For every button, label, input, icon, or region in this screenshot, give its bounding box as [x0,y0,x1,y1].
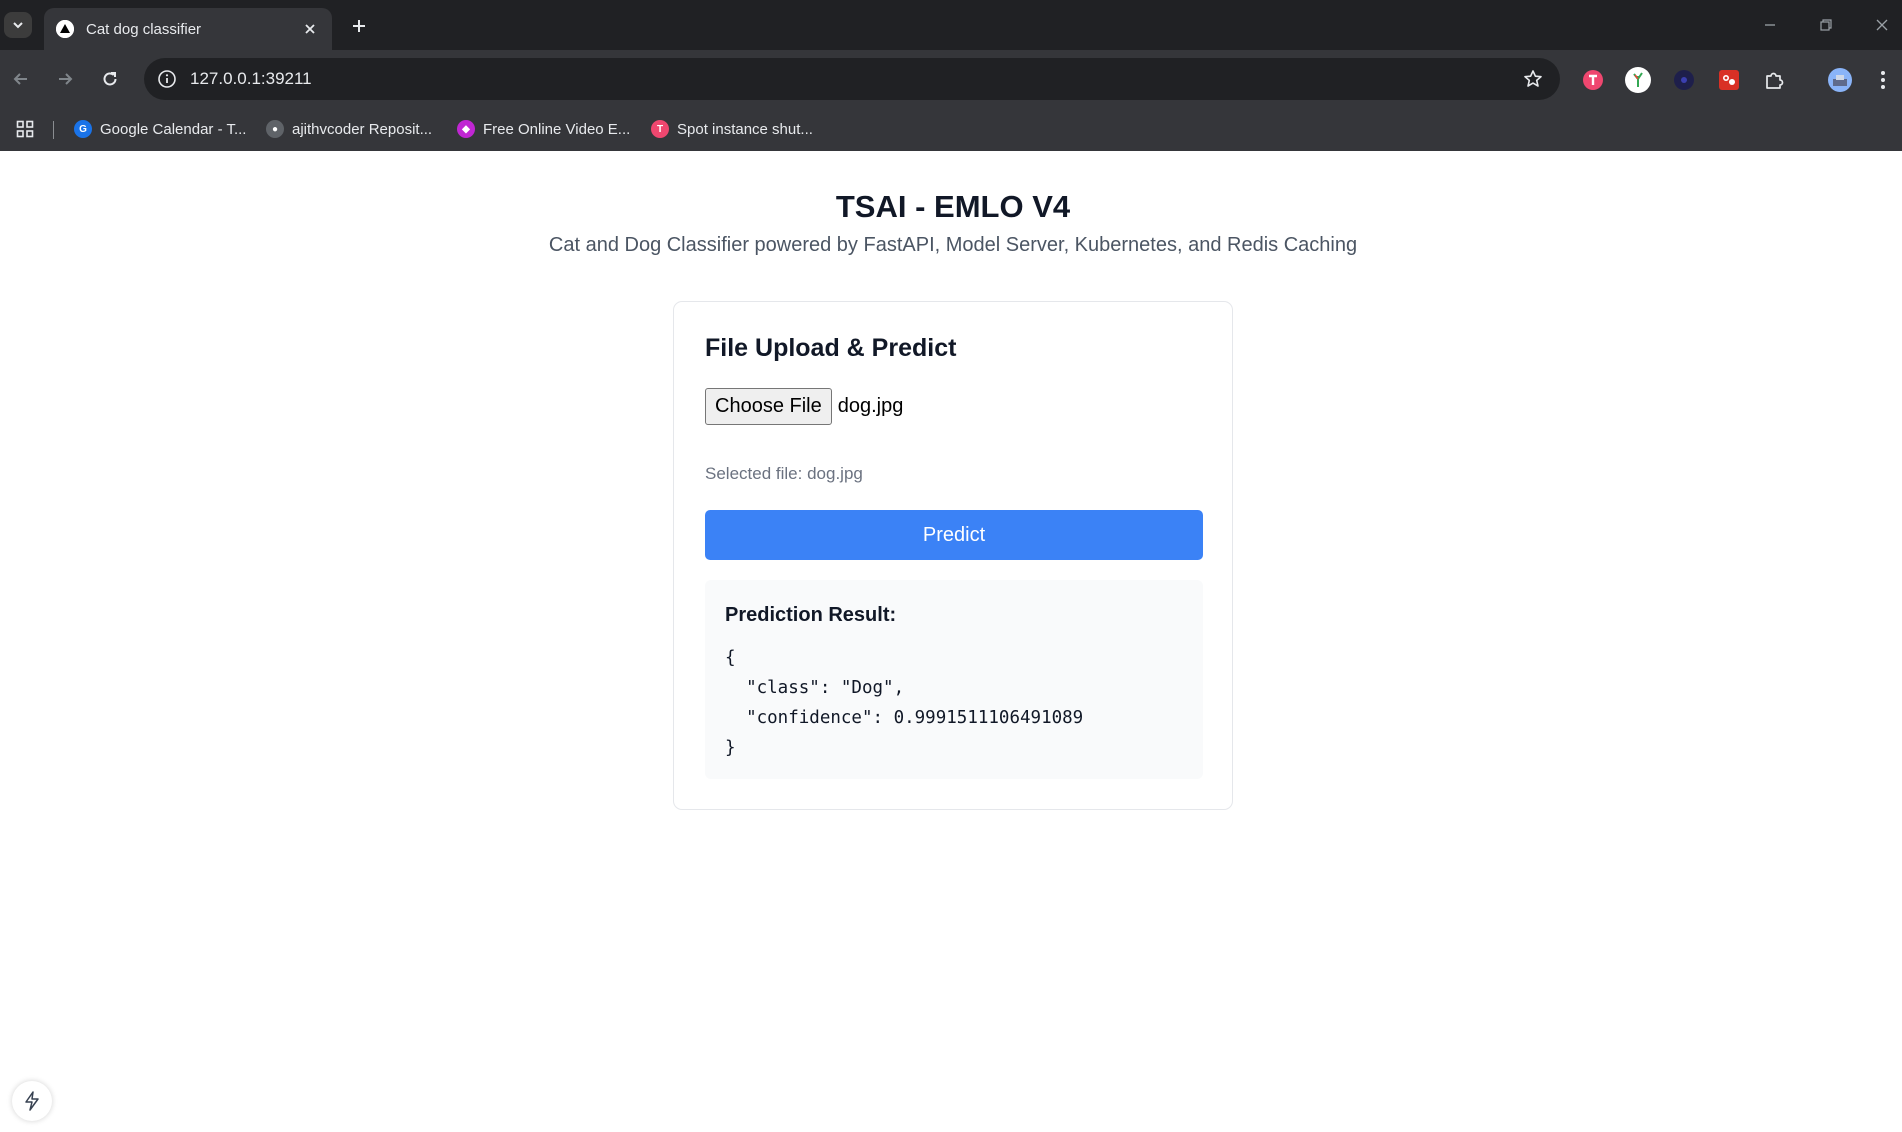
bookmark-github-repo[interactable]: ● ajithvcoder Reposit... [266,116,432,142]
restore-icon [1820,19,1832,31]
bookmark-google-calendar[interactable]: G Google Calendar - T... [74,116,246,142]
selected-file-prefix: Selected file: [705,464,803,483]
close-window-button[interactable] [1869,12,1895,38]
google-calendar-icon: G [74,120,92,138]
prediction-result-panel: Prediction Result: { "class": "Dog", "co… [705,580,1203,779]
bookmarks-bar: G Google Calendar - T... ● ajithvcoder R… [0,108,1902,151]
bookmark-label: Free Online Video E... [483,120,631,138]
tab-strip: Cat dog classifier [0,0,1902,50]
minimize-button[interactable] [1757,12,1783,38]
reload-icon [103,72,117,86]
bookmark-star-icon[interactable] [1520,66,1546,92]
page-subtitle: Cat and Dog Classifier powered by FastAP… [548,234,1358,256]
extension-red-puzzle-icon[interactable] [1716,67,1742,93]
dev-tools-badge[interactable] [12,1081,52,1121]
minimize-icon [1765,24,1775,26]
result-json: { "class": "Dog", "confidence": 0.999151… [725,648,1084,758]
back-button[interactable] [8,66,34,92]
extensions-puzzle-icon[interactable] [1761,67,1787,93]
plus-icon [353,20,365,32]
site-info-icon[interactable] [154,66,180,92]
close-icon [1876,19,1888,31]
active-tab[interactable]: Cat dog classifier [44,8,332,50]
extension-spot-icon[interactable] [1580,67,1606,93]
arrow-left-icon [13,73,27,85]
browser-toolbar: 127.0.0.1:39211 [0,50,1902,140]
forward-button[interactable] [52,66,78,92]
address-bar[interactable]: 127.0.0.1:39211 [144,58,1560,100]
spot-instance-icon: T [651,120,669,138]
chevron-down-icon [13,22,23,29]
bookmark-label: ajithvcoder Reposit... [292,120,433,138]
page-title: TSAI - EMLO V4 [835,189,1071,224]
tab-search-button[interactable] [4,12,32,38]
card-title: File Upload & Predict [705,334,957,362]
video-editor-icon: ◆ [457,120,475,138]
restore-button[interactable] [1813,12,1839,38]
bookmark-spot-instance[interactable]: T Spot instance shut... [651,116,813,142]
chosen-file-name: dog.jpg [837,395,904,417]
result-heading: Prediction Result: [725,604,897,626]
tab-title: Cat dog classifier [86,20,202,38]
bookmark-label: Google Calendar - T... [100,120,247,138]
extension-leaf-icon[interactable] [1625,67,1651,93]
predict-button[interactable]: Predict [705,510,1203,560]
profile-avatar-icon[interactable] [1827,67,1853,93]
tab-close-icon[interactable] [300,19,320,39]
choose-file-button[interactable]: Choose File [705,388,832,425]
url-text[interactable]: 127.0.0.1:39211 [190,69,312,89]
page-content: TSAI - EMLO V4 Cat and Dog Classifier po… [0,151,1902,1132]
reload-button[interactable] [97,66,123,92]
selected-file-name: dog.jpg [807,464,863,483]
selected-file-text: Selected file: dog.jpg [705,464,863,484]
bookmark-separator [53,121,54,139]
apps-grid-icon[interactable] [12,116,38,142]
arrow-right-icon [59,73,73,85]
extension-dark-circle-icon[interactable] [1671,67,1697,93]
lightning-icon [25,1091,39,1111]
new-tab-button[interactable] [346,13,372,39]
chrome-menu-icon[interactable] [1870,67,1896,93]
bookmark-label: Spot instance shut... [677,120,813,138]
file-input[interactable]: Choose File dog.jpg [705,388,903,425]
github-icon: ● [266,120,284,138]
bookmark-video-editor[interactable]: ◆ Free Online Video E... [457,116,630,142]
upload-card: File Upload & Predict Choose File dog.jp… [673,301,1233,810]
nextjs-favicon-icon [56,20,74,38]
